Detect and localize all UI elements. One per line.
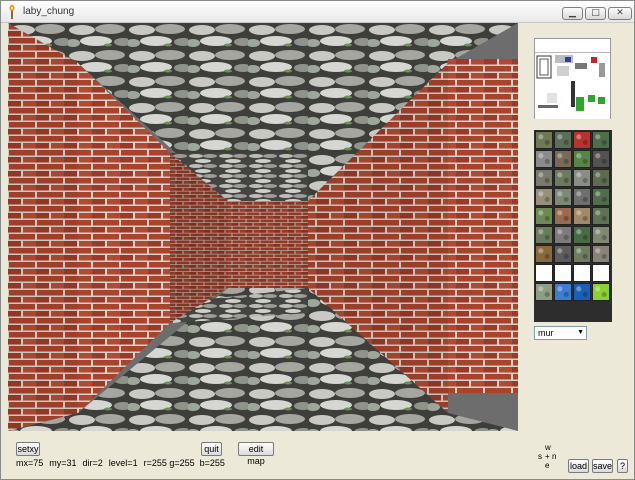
texture-tile[interactable] <box>592 150 610 168</box>
load-button[interactable]: load <box>568 459 589 473</box>
texture-tile[interactable] <box>592 169 610 187</box>
maze-scene <box>8 23 518 431</box>
texture-tile[interactable] <box>573 150 591 168</box>
window-title: laby_chung <box>23 6 75 17</box>
texture-tile[interactable] <box>592 226 610 244</box>
texture-tile[interactable] <box>554 264 572 282</box>
compass-e: e <box>545 461 550 470</box>
title-bar[interactable]: laby_chung ▁ □ ✕ <box>1 1 634 23</box>
mini-map-header <box>535 39 610 53</box>
maze-3d-view[interactable] <box>8 23 518 431</box>
maximize-icon: □ <box>591 8 600 18</box>
texture-tile[interactable] <box>535 283 553 301</box>
maximize-button[interactable]: □ <box>585 7 606 20</box>
edit-map-button[interactable]: edit map <box>238 442 274 466</box>
texture-tile[interactable] <box>592 131 610 149</box>
texture-tile[interactable] <box>573 283 591 301</box>
texture-tile[interactable] <box>535 226 553 244</box>
texture-palette[interactable] <box>534 130 612 322</box>
texture-tile[interactable] <box>592 207 610 225</box>
compass-plus: + <box>545 452 550 461</box>
status-rgb: r=255 g=255 b=255 <box>143 458 225 468</box>
texture-tile[interactable] <box>554 283 572 301</box>
status-level: level=1 <box>108 458 138 468</box>
setxy-button[interactable]: setxy <box>16 442 40 456</box>
minimize-button[interactable]: ▁ <box>562 7 583 20</box>
texture-tile[interactable] <box>554 188 572 206</box>
tile-type-select[interactable]: mur ▼ <box>534 326 587 340</box>
texture-tile[interactable] <box>554 169 572 187</box>
compass: w s + n e <box>536 443 558 477</box>
mini-map-grid <box>535 53 610 119</box>
status-dir: dir=2 <box>82 458 103 468</box>
texture-tile[interactable] <box>592 283 610 301</box>
texture-tile[interactable] <box>573 131 591 149</box>
texture-tile[interactable] <box>535 169 553 187</box>
close-button[interactable]: ✕ <box>608 7 632 20</box>
texture-tile[interactable] <box>535 264 553 282</box>
status-mx: mx=75 <box>16 458 44 468</box>
texture-tile[interactable] <box>573 188 591 206</box>
texture-tile[interactable] <box>592 264 610 282</box>
texture-tile[interactable] <box>535 150 553 168</box>
close-icon: ✕ <box>616 8 624 18</box>
texture-tile[interactable] <box>573 264 591 282</box>
texture-tile[interactable] <box>573 245 591 263</box>
texture-tile[interactable] <box>592 188 610 206</box>
save-button[interactable]: save <box>592 459 613 473</box>
compass-s: s <box>538 452 542 461</box>
compass-n: n <box>552 452 557 461</box>
texture-tile[interactable] <box>573 226 591 244</box>
texture-tile[interactable] <box>554 226 572 244</box>
tile-type-value: mur <box>538 328 554 338</box>
minimize-icon: ▁ <box>569 8 576 18</box>
texture-tile[interactable] <box>554 131 572 149</box>
texture-tile[interactable] <box>592 245 610 263</box>
torch-icon <box>9 5 15 19</box>
texture-tile[interactable] <box>535 245 553 263</box>
compass-w: w <box>545 443 551 452</box>
texture-tile[interactable] <box>554 150 572 168</box>
texture-tile[interactable] <box>554 207 572 225</box>
texture-tile[interactable] <box>573 207 591 225</box>
help-button[interactable]: ? <box>617 459 628 473</box>
status-my: my=31 <box>49 458 77 468</box>
texture-tile[interactable] <box>535 188 553 206</box>
texture-tile[interactable] <box>535 131 553 149</box>
mini-map[interactable] <box>534 38 611 119</box>
texture-tile[interactable] <box>554 245 572 263</box>
app-window: laby_chung ▁ □ ✕ mur ▼ setxy quit edit m… <box>0 0 635 480</box>
texture-tile[interactable] <box>535 207 553 225</box>
quit-button[interactable]: quit <box>201 442 222 456</box>
dropdown-arrow-icon: ▼ <box>577 329 584 336</box>
status-line: mx=75 my=31 dir=2 level=1 r=255 g=255 b=255 <box>16 458 231 468</box>
texture-tile[interactable] <box>573 169 591 187</box>
